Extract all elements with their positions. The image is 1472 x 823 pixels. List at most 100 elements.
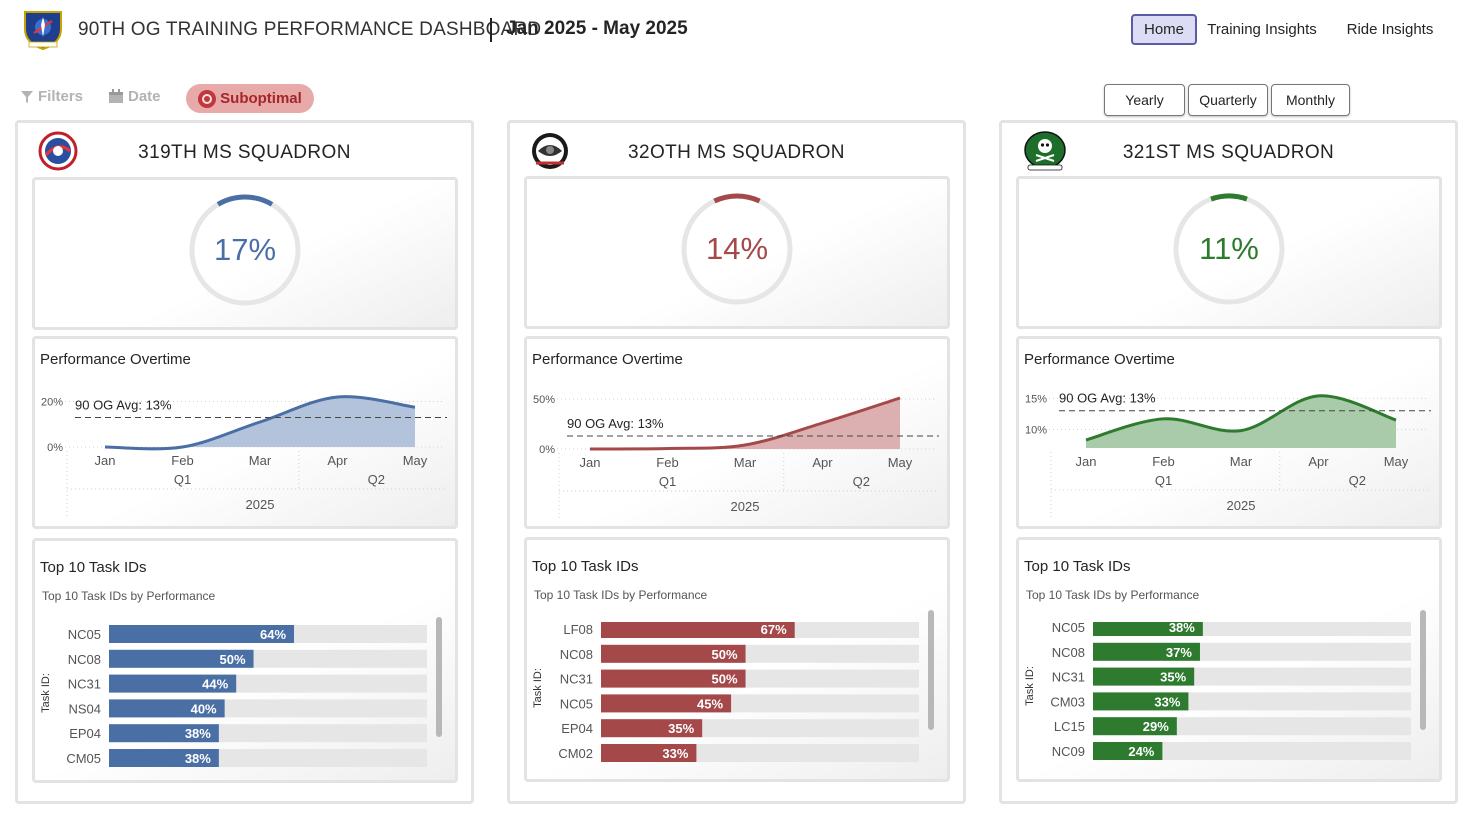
top-tasks-scrollbar[interactable] <box>436 617 442 737</box>
x-tick-label: Apr <box>812 455 833 470</box>
filters-label: Filters <box>38 88 84 105</box>
y-tick-label: 20% <box>41 397 63 409</box>
yearly-button[interactable]: Yearly <box>1104 84 1185 116</box>
performance-card[interactable]: Performance Overtime 50% 0% 90 OG Avg: 13%… <box>524 336 950 529</box>
squadron-title: 32OTH MS SQUADRON <box>628 142 845 163</box>
performance-card[interactable]: Performance Overtime 15% 10% 90 OG Avg: 13… <box>1016 336 1442 529</box>
suboptimal-toggle[interactable]: Suboptimal <box>186 84 314 113</box>
task-value-label: 38% <box>1169 622 1195 635</box>
year-label: 2025 <box>1227 498 1256 513</box>
task-id-label: NC05 <box>1052 622 1085 635</box>
performance-chart[interactable]: 20% 0% 90 OG Avg: 13% Jan Feb Mar Apr May Q1 Q2 20… <box>35 339 455 526</box>
title-divider <box>490 18 492 42</box>
task-id-label: NC05 <box>560 696 593 711</box>
x-tick-label: Jan <box>580 455 601 470</box>
x-tick-label: Mar <box>1230 454 1253 469</box>
squadron-panel-320: 32OTH MS SQUADRON 14% Performance Overti… <box>507 120 966 804</box>
x-tick-label: Jan <box>1076 454 1097 469</box>
suboptimal-label: Suboptimal <box>220 90 302 107</box>
x-tick-label: Apr <box>327 453 348 468</box>
task-value-label: 50% <box>220 652 246 667</box>
task-id-axis-label: Task ID: <box>40 673 52 713</box>
task-id-label: LF08 <box>563 622 593 637</box>
task-value-label: 33% <box>1154 694 1180 709</box>
y-tick-label: 10% <box>1025 424 1047 436</box>
kpi-card: 17% <box>32 177 458 330</box>
squadron-title: 321ST MS SQUADRON <box>1122 142 1335 163</box>
y-tick-label: 0% <box>539 444 555 456</box>
task-id-label: LC15 <box>1054 719 1085 734</box>
filters-button[interactable]: Filters <box>20 88 83 105</box>
quarter-label: Q1 <box>659 474 676 489</box>
kpi-value: 11% <box>1199 231 1259 266</box>
task-id-axis-label: Task ID: <box>532 668 544 708</box>
task-id-label: NC08 <box>68 652 101 667</box>
og-average-label: 90 OG Avg: 13% <box>567 416 664 431</box>
task-id-label: CM02 <box>558 746 593 761</box>
y-tick-label: 15% <box>1025 393 1047 405</box>
performance-chart[interactable]: 15% 10% 90 OG Avg: 13% Jan Feb Mar Apr May Q1 Q2 2… <box>1019 339 1439 526</box>
nav-training-insights-button[interactable]: Training Insights <box>1204 14 1320 45</box>
nav-ride-insights-button[interactable]: Ride Insights <box>1340 14 1440 45</box>
top-tasks-scrollbar[interactable] <box>1420 610 1426 730</box>
task-id-axis-label: Task ID: <box>1024 666 1036 706</box>
date-button[interactable]: Date <box>108 88 161 105</box>
task-value-label: 40% <box>191 701 217 716</box>
top-tasks-card[interactable]: Top 10 Task IDs Top 10 Task IDs by Perfo… <box>524 537 950 782</box>
task-value-label: 33% <box>662 746 688 761</box>
x-tick-label: Feb <box>656 455 678 470</box>
top-tasks-title: Top 10 Task IDs <box>40 559 147 576</box>
task-value-label: 64% <box>260 627 286 642</box>
nav-home-button[interactable]: Home <box>1131 14 1197 45</box>
quarter-label: Q1 <box>1155 473 1172 488</box>
top-tasks-scrollbar[interactable] <box>928 610 934 730</box>
quarter-label: Q1 <box>174 472 191 487</box>
x-tick-label: May <box>888 455 913 470</box>
top-tasks-card[interactable]: Top 10 Task IDs Top 10 Task IDs by Perfo… <box>1016 537 1442 782</box>
x-tick-label: May <box>1384 454 1409 469</box>
task-id-label: NC09 <box>1052 744 1085 759</box>
task-id-label: NC31 <box>1052 670 1085 685</box>
task-id-label: NC05 <box>68 627 101 642</box>
task-value-label: 29% <box>1143 719 1169 734</box>
task-value-label: 24% <box>1128 744 1154 759</box>
top-tasks-bar-chart[interactable]: Task ID: NC05 64% NC08 50% NC31 44% NS04 40% EP04… <box>35 623 455 783</box>
monthly-button[interactable]: Monthly <box>1271 84 1350 116</box>
task-id-label: NC08 <box>560 647 593 662</box>
task-value-label: 50% <box>712 672 738 687</box>
quarterly-button[interactable]: Quarterly <box>1188 84 1268 116</box>
calendar-icon <box>109 89 123 103</box>
top-tasks-bar-chart[interactable]: Task ID: LF08 67% NC08 50% NC31 50% NC05 45% EP04… <box>527 622 947 782</box>
task-value-label: 38% <box>185 751 211 766</box>
year-label: 2025 <box>246 497 275 512</box>
top-tasks-subtitle: Top 10 Task IDs by Performance <box>42 589 216 603</box>
squadron-title: 319TH MS SQUADRON <box>138 142 351 163</box>
squadron-panel-319: 319TH MS SQUADRON 17% Performance Overti… <box>15 120 474 804</box>
top-tasks-title: Top 10 Task IDs <box>1024 558 1131 575</box>
top-tasks-subtitle: Top 10 Task IDs by Performance <box>534 588 708 602</box>
task-id-label: NC31 <box>560 672 593 687</box>
task-value-label: 35% <box>1160 670 1186 685</box>
task-id-label: EP04 <box>69 726 101 741</box>
task-id-label: NS04 <box>68 701 101 716</box>
task-value-label: 35% <box>668 721 694 736</box>
x-tick-label: Mar <box>249 453 272 468</box>
date-label: Date <box>128 88 161 105</box>
task-value-label: 44% <box>202 677 228 692</box>
dashboard-title: 90TH OG TRAINING PERFORMANCE DASHBOARD <box>78 19 542 40</box>
quarter-label: Q2 <box>1349 473 1366 488</box>
performance-chart[interactable]: 50% 0% 90 OG Avg: 13% Jan Feb Mar Apr May Q1 Q2 20… <box>527 339 947 526</box>
task-value-label: 50% <box>712 647 738 662</box>
y-tick-label: 0% <box>47 442 63 454</box>
date-range-label: Jan 2025 - May 2025 <box>506 18 688 39</box>
og-average-label: 90 OG Avg: 13% <box>1059 391 1156 406</box>
task-id-label: EP04 <box>561 721 593 736</box>
90th-og-wing-emblem-icon <box>20 9 66 51</box>
top-tasks-title: Top 10 Task IDs <box>532 558 639 575</box>
task-value-label: 67% <box>761 622 787 637</box>
top-tasks-bar-chart[interactable]: Task ID: NC05 38% NC08 37% NC31 35% CM03 33% LC15… <box>1019 622 1439 782</box>
performance-card[interactable]: Performance Overtime 20% 0% 90 OG Avg: 13%… <box>32 336 458 529</box>
kpi-value: 17% <box>213 232 277 267</box>
top-tasks-card[interactable]: Top 10 Task IDs Top 10 Task IDs by Perfo… <box>32 538 458 783</box>
og-average-label: 90 OG Avg: 13% <box>75 397 172 412</box>
